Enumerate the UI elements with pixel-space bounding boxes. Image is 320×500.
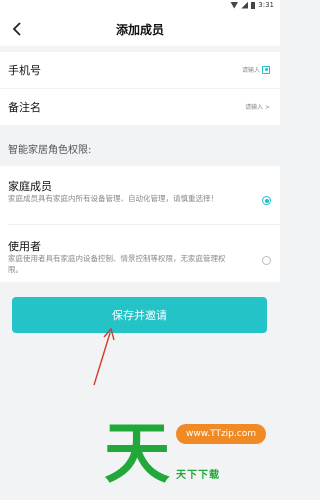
role-card: 家庭成员 家庭成员具有家庭内所有设备管理、自动化管理，请慎重选择！ 使用者 家庭… bbox=[0, 166, 280, 282]
role-description: 家庭使用者具有家庭内设备控制、情景控制等权限，无家庭管理权限。 bbox=[8, 254, 226, 274]
remark-input[interactable]: 请输入 > bbox=[245, 102, 270, 111]
phone-field-row[interactable]: 手机号 请输入 bbox=[0, 52, 280, 88]
phone-input[interactable]: 请输入 bbox=[242, 65, 270, 74]
role-option-family-member[interactable]: 家庭成员 家庭成员具有家庭内所有设备管理、自动化管理，请慎重选择！ bbox=[0, 166, 280, 222]
annotation-arrow-icon bbox=[90, 325, 120, 391]
role-option-user[interactable]: 使用者 家庭使用者具有家庭内设备控制、情景控制等权限，无家庭管理权限。 bbox=[0, 224, 280, 282]
phone-placeholder: 请输入 bbox=[241, 67, 260, 74]
watermark-brand-char: 天 bbox=[104, 414, 170, 492]
remark-placeholder: 请输入 > bbox=[245, 104, 270, 111]
status-time: 3:31 bbox=[258, 1, 274, 9]
watermark: 天 www.TTzip.com 天下下载 bbox=[100, 418, 280, 500]
remark-label: 备注名 bbox=[8, 101, 41, 114]
watermark-url: www.TTzip.com bbox=[176, 424, 266, 444]
battery-icon bbox=[251, 1, 256, 9]
radio-checked-icon[interactable] bbox=[262, 196, 271, 205]
wifi-icon bbox=[230, 1, 239, 9]
contacts-icon[interactable] bbox=[262, 65, 270, 74]
radio-unchecked-icon[interactable] bbox=[262, 256, 271, 265]
signal-icon bbox=[241, 1, 249, 9]
role-name: 使用者 bbox=[8, 240, 41, 253]
status-bar: 3:31 bbox=[0, 0, 280, 12]
remark-field-row[interactable]: 备注名 请输入 > bbox=[0, 89, 280, 125]
save-and-invite-button[interactable]: 保存并邀请 bbox=[12, 297, 267, 333]
watermark-slogan: 天下下载 bbox=[176, 470, 220, 481]
status-icons: 3:31 bbox=[230, 1, 274, 9]
phone-label: 手机号 bbox=[8, 64, 41, 77]
page-title: 添加成员 bbox=[115, 23, 164, 37]
section-title: 智能家居角色权限: bbox=[8, 145, 92, 156]
role-description: 家庭成员具有家庭内所有设备管理、自动化管理，请慎重选择！ bbox=[8, 194, 218, 203]
role-name: 家庭成员 bbox=[8, 180, 52, 193]
header: 添加成员 bbox=[0, 12, 280, 46]
